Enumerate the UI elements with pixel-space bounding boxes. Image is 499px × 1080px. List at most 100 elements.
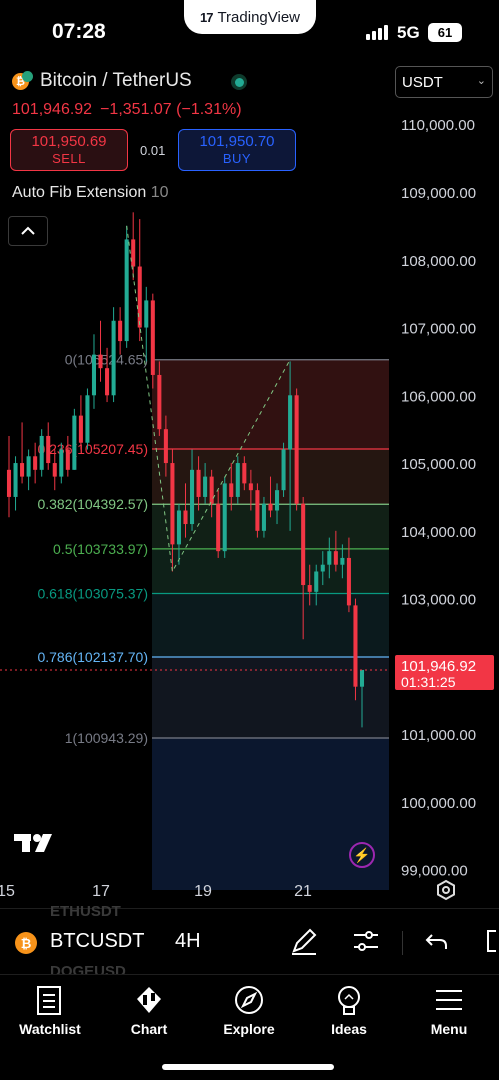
status-time: 07:28 xyxy=(52,20,106,43)
candle-body xyxy=(196,469,201,497)
market-open-icon[interactable] xyxy=(231,74,247,90)
candle-body xyxy=(98,354,103,369)
candle-body xyxy=(268,503,273,511)
watchlist-icon xyxy=(37,986,61,1015)
battery-icon: 61 xyxy=(428,23,462,42)
nav-explore-label: Explore xyxy=(223,1021,275,1037)
sell-label: SELL xyxy=(52,151,86,166)
candle-body xyxy=(346,557,351,606)
candle-body xyxy=(157,374,162,430)
nav-menu[interactable]: Menu xyxy=(399,985,499,1037)
fullscreen-icon[interactable] xyxy=(484,927,499,961)
candle-body xyxy=(124,239,129,342)
lightbulb-icon xyxy=(338,986,360,1015)
drawing-pen-icon[interactable] xyxy=(290,927,318,961)
indicators-sliders-icon[interactable] xyxy=(352,927,380,961)
candle-body xyxy=(131,239,136,267)
candle-body xyxy=(248,483,253,491)
nav-explore[interactable]: Explore xyxy=(199,985,299,1037)
y-axis-label: 100,000.00 xyxy=(401,795,476,812)
candle-body xyxy=(78,415,83,443)
y-axis-label: 106,000.00 xyxy=(401,388,476,405)
candle-body xyxy=(222,483,227,552)
x-axis-label: 19 xyxy=(194,883,212,900)
fullscreen-shape xyxy=(487,930,496,952)
nav-watchlist[interactable]: Watchlist xyxy=(0,985,100,1037)
candle-body xyxy=(209,476,214,504)
symbol-selector[interactable]: BTCUSDT xyxy=(50,930,144,953)
price-line: 101,946.92 −1,351.07 (−1.31%) xyxy=(12,101,242,119)
buy-button[interactable]: 101,950.70 BUY xyxy=(178,129,296,171)
tv-logo-shape xyxy=(14,834,52,852)
y-axis-label: 108,000.00 xyxy=(401,253,476,270)
y-axis-label: 109,000.00 xyxy=(401,185,476,202)
spread-value: 0.01 xyxy=(140,143,166,158)
y-axis-label: 107,000.00 xyxy=(401,321,476,338)
nav-chart[interactable]: Chart xyxy=(99,985,199,1037)
candle-body xyxy=(170,463,175,545)
candle-body xyxy=(13,463,18,497)
sell-price: 101,950.69 xyxy=(31,133,107,150)
last-price: 101,946.92 xyxy=(12,101,93,118)
timeframe-selector[interactable]: 4H xyxy=(175,930,201,953)
indicator-legend[interactable]: Auto Fib Extension 10 xyxy=(12,184,169,202)
y-axis-label: 103,000.00 xyxy=(401,592,476,609)
sell-button[interactable]: 101,950.69 SELL xyxy=(10,129,128,171)
candle-body xyxy=(137,266,142,328)
network-type: 5G xyxy=(397,23,420,42)
tradingview-badge-label: TradingView xyxy=(217,8,300,26)
y-axis-label: 110,000.00 xyxy=(401,117,475,134)
candle-body xyxy=(229,483,234,497)
candle-body xyxy=(294,395,299,504)
chevron-down-icon: ⌄ xyxy=(476,75,486,87)
indicator-value: 10 xyxy=(150,184,169,201)
candle-body xyxy=(59,449,64,477)
tether-icon xyxy=(22,71,33,82)
menu-icon xyxy=(436,990,462,1010)
lightning-icon[interactable]: ⚡ xyxy=(349,842,375,868)
candle-body xyxy=(333,551,338,565)
candle-body xyxy=(327,551,332,565)
candle-body xyxy=(183,510,188,525)
nav-watchlist-label: Watchlist xyxy=(19,1021,81,1037)
fib-label-4: 0.618(103075.37) xyxy=(37,585,148,601)
candle-body xyxy=(255,490,260,531)
candle-body xyxy=(301,503,306,586)
candle-body xyxy=(26,456,31,477)
symbol-title[interactable]: Bitcoin / TetherUS xyxy=(40,70,192,92)
tradingview-logo-icon: 17 xyxy=(199,9,214,25)
candle-body xyxy=(203,476,208,497)
y-axis-label: 101,000.00 xyxy=(401,727,476,744)
price-change: −1,351.07 (−1.31%) xyxy=(100,101,242,118)
undo-shape xyxy=(425,934,447,949)
hexagon-settings-shape xyxy=(437,879,455,901)
toolbar-divider xyxy=(402,931,403,955)
price-tag-countdown: 01:31:25 xyxy=(401,674,456,690)
sliders-shape xyxy=(354,931,378,951)
collapse-legend-button[interactable] xyxy=(8,216,48,246)
fib-zone-3 xyxy=(152,548,389,594)
candle-body xyxy=(46,435,51,464)
undo-icon[interactable] xyxy=(424,927,450,961)
candle-body xyxy=(353,605,358,687)
tradingview-badge[interactable]: 17 TradingView xyxy=(184,0,316,34)
ghost-symbol-above: ETHUSDT xyxy=(50,903,121,920)
candle-body xyxy=(150,300,155,375)
candle-body xyxy=(176,510,181,545)
currency-select[interactable]: USDT ⌄ xyxy=(395,66,493,98)
candle-body xyxy=(242,463,247,484)
buy-label: BUY xyxy=(222,151,252,166)
nav-ideas[interactable]: Ideas xyxy=(299,985,399,1037)
candle-body xyxy=(307,585,312,592)
axis-settings-icon[interactable] xyxy=(435,879,457,907)
fib-label-5: 0.786(102137.70) xyxy=(37,649,148,665)
candle-body xyxy=(314,571,319,592)
y-axis-label: 105,000.00 xyxy=(401,456,476,473)
x-axis-label: 17 xyxy=(92,883,110,900)
candle-body xyxy=(118,320,123,342)
candle-body xyxy=(85,395,90,443)
candle-body xyxy=(190,469,195,525)
y-axis-label: 99,000.00 xyxy=(401,863,468,880)
tradingview-watermark-icon xyxy=(14,832,54,861)
candle-body xyxy=(359,669,365,687)
